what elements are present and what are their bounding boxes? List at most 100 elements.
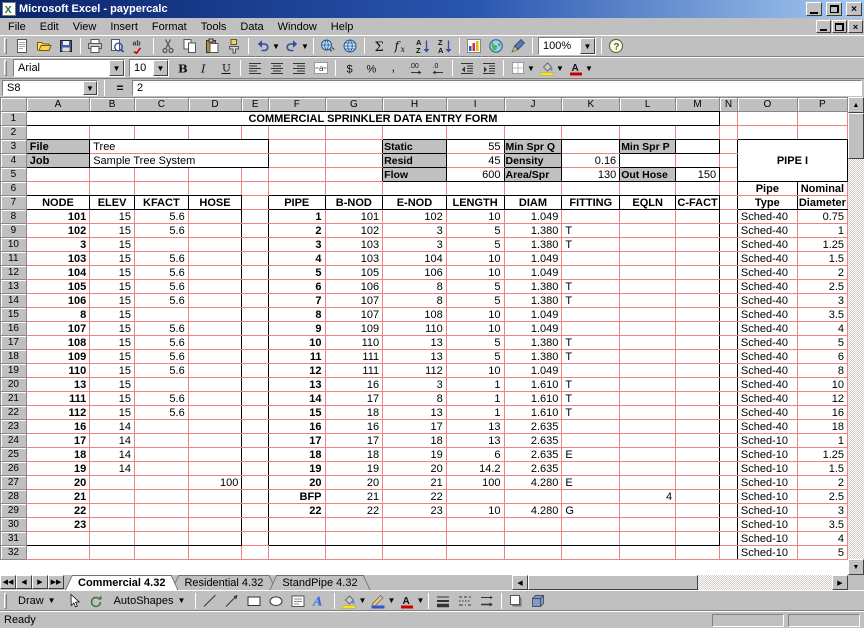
cell-C19[interactable]: 5.6: [134, 364, 188, 378]
cell-L29[interactable]: [620, 504, 676, 518]
cell-A23[interactable]: 16: [26, 420, 89, 434]
font-name-combo[interactable]: Arial ▼: [13, 59, 125, 77]
cell-B22[interactable]: 15: [90, 406, 135, 420]
cell-B17[interactable]: 15: [90, 336, 135, 350]
column-header-F[interactable]: F: [269, 98, 326, 112]
borders-dropdown[interactable]: ▼: [526, 58, 536, 78]
cell-M31[interactable]: [676, 532, 720, 546]
cell-F23[interactable]: 16: [269, 420, 326, 434]
cell-E8[interactable]: [242, 210, 269, 224]
cell-B29[interactable]: [90, 504, 135, 518]
cell-L20[interactable]: [620, 378, 676, 392]
cell-B21[interactable]: 15: [90, 392, 135, 406]
cell-N22[interactable]: [720, 406, 738, 420]
column-header-N[interactable]: N: [720, 98, 738, 112]
cell-O17[interactable]: Sched-40: [737, 336, 797, 350]
cell-O11[interactable]: Sched-40: [737, 252, 797, 266]
cell-M28[interactable]: [676, 490, 720, 504]
cell-N32[interactable]: [720, 546, 738, 560]
draw-free-rotate-button[interactable]: [85, 592, 107, 610]
row-header-4[interactable]: 4: [1, 154, 27, 168]
cell-C23[interactable]: [134, 420, 188, 434]
cell-K4[interactable]: 0.16: [562, 154, 620, 168]
cell-M21[interactable]: [676, 392, 720, 406]
font-size-combo[interactable]: 10 ▼: [129, 59, 169, 77]
cell-A7[interactable]: NODE: [26, 196, 89, 210]
cell-H31[interactable]: [383, 532, 447, 546]
cell-D14[interactable]: [188, 294, 242, 308]
menu-file[interactable]: File: [1, 20, 33, 34]
draw-3d-button[interactable]: [527, 592, 549, 610]
cell-B4[interactable]: Sample Tree System: [90, 154, 269, 168]
spelling-button[interactable]: ab: [128, 36, 150, 56]
cell-L3[interactable]: Min Spr P: [620, 140, 676, 154]
cell-H28[interactable]: 22: [383, 490, 447, 504]
cell-J12[interactable]: 1.049: [504, 266, 562, 280]
cell-J8[interactable]: 1.049: [504, 210, 562, 224]
cell-J21[interactable]: 1.610: [504, 392, 562, 406]
cell-P6[interactable]: Nominal: [797, 182, 847, 196]
cell-C10[interactable]: [134, 238, 188, 252]
align-left-button[interactable]: [244, 58, 266, 78]
cell-E10[interactable]: [242, 238, 269, 252]
cell-M17[interactable]: [676, 336, 720, 350]
cell-O12[interactable]: Sched-40: [737, 266, 797, 280]
cell-A10[interactable]: 3: [26, 238, 89, 252]
cell-O21[interactable]: Sched-40: [737, 392, 797, 406]
cell-G30[interactable]: [325, 518, 383, 532]
cell-E13[interactable]: [242, 280, 269, 294]
cell-G27[interactable]: 20: [325, 476, 383, 490]
cell-A30[interactable]: 23: [26, 518, 89, 532]
draw-arrow-style-button[interactable]: [476, 592, 498, 610]
cell-N20[interactable]: [720, 378, 738, 392]
cell-E28[interactable]: [242, 490, 269, 504]
cell-A26[interactable]: 19: [26, 462, 89, 476]
cell-J7[interactable]: DIAM: [504, 196, 562, 210]
row-header-31[interactable]: 31: [1, 532, 27, 546]
cell-N14[interactable]: [720, 294, 738, 308]
cell-C30[interactable]: [134, 518, 188, 532]
cell-N17[interactable]: [720, 336, 738, 350]
decrease-decimal-button[interactable]: .0: [427, 58, 449, 78]
cell-C32[interactable]: [134, 546, 188, 560]
cell-B24[interactable]: 14: [90, 434, 135, 448]
row-header-11[interactable]: 11: [1, 252, 27, 266]
cell-I32[interactable]: [446, 546, 504, 560]
cell-L32[interactable]: [620, 546, 676, 560]
cell-D31[interactable]: [188, 532, 242, 546]
sort-descending-button[interactable]: ZA: [434, 36, 456, 56]
cell-J6[interactable]: [504, 182, 562, 196]
cell-J5[interactable]: Area/Spr: [504, 168, 562, 182]
workbook-restore-button[interactable]: [832, 20, 847, 33]
cell-F12[interactable]: 5: [269, 266, 326, 280]
cell-A9[interactable]: 102: [26, 224, 89, 238]
cell-P21[interactable]: 12: [797, 392, 847, 406]
cell-H18[interactable]: 13: [383, 350, 447, 364]
autoshapes-menu-button[interactable]: AutoShapes▼: [107, 591, 193, 610]
cell-L6[interactable]: [620, 182, 676, 196]
row-header-15[interactable]: 15: [1, 308, 27, 322]
cell-I20[interactable]: 1: [446, 378, 504, 392]
cell-H19[interactable]: 112: [383, 364, 447, 378]
align-right-button[interactable]: [288, 58, 310, 78]
cell-L8[interactable]: [620, 210, 676, 224]
cell-N18[interactable]: [720, 350, 738, 364]
cell-E29[interactable]: [242, 504, 269, 518]
cell-B31[interactable]: [90, 532, 135, 546]
scroll-right-button[interactable]: ▶: [832, 575, 848, 590]
cell-A21[interactable]: 111: [26, 392, 89, 406]
row-header-14[interactable]: 14: [1, 294, 27, 308]
cell-M27[interactable]: [676, 476, 720, 490]
cell-B7[interactable]: ELEV: [90, 196, 135, 210]
cell-D13[interactable]: [188, 280, 242, 294]
cell-G20[interactable]: 16: [325, 378, 383, 392]
cell-E23[interactable]: [242, 420, 269, 434]
cell-E15[interactable]: [242, 308, 269, 322]
cell-I13[interactable]: 5: [446, 280, 504, 294]
cell-M22[interactable]: [676, 406, 720, 420]
cell-O20[interactable]: Sched-40: [737, 378, 797, 392]
cell-N12[interactable]: [720, 266, 738, 280]
cell-D30[interactable]: [188, 518, 242, 532]
cell-L25[interactable]: [620, 448, 676, 462]
cell-N3[interactable]: [720, 140, 738, 154]
